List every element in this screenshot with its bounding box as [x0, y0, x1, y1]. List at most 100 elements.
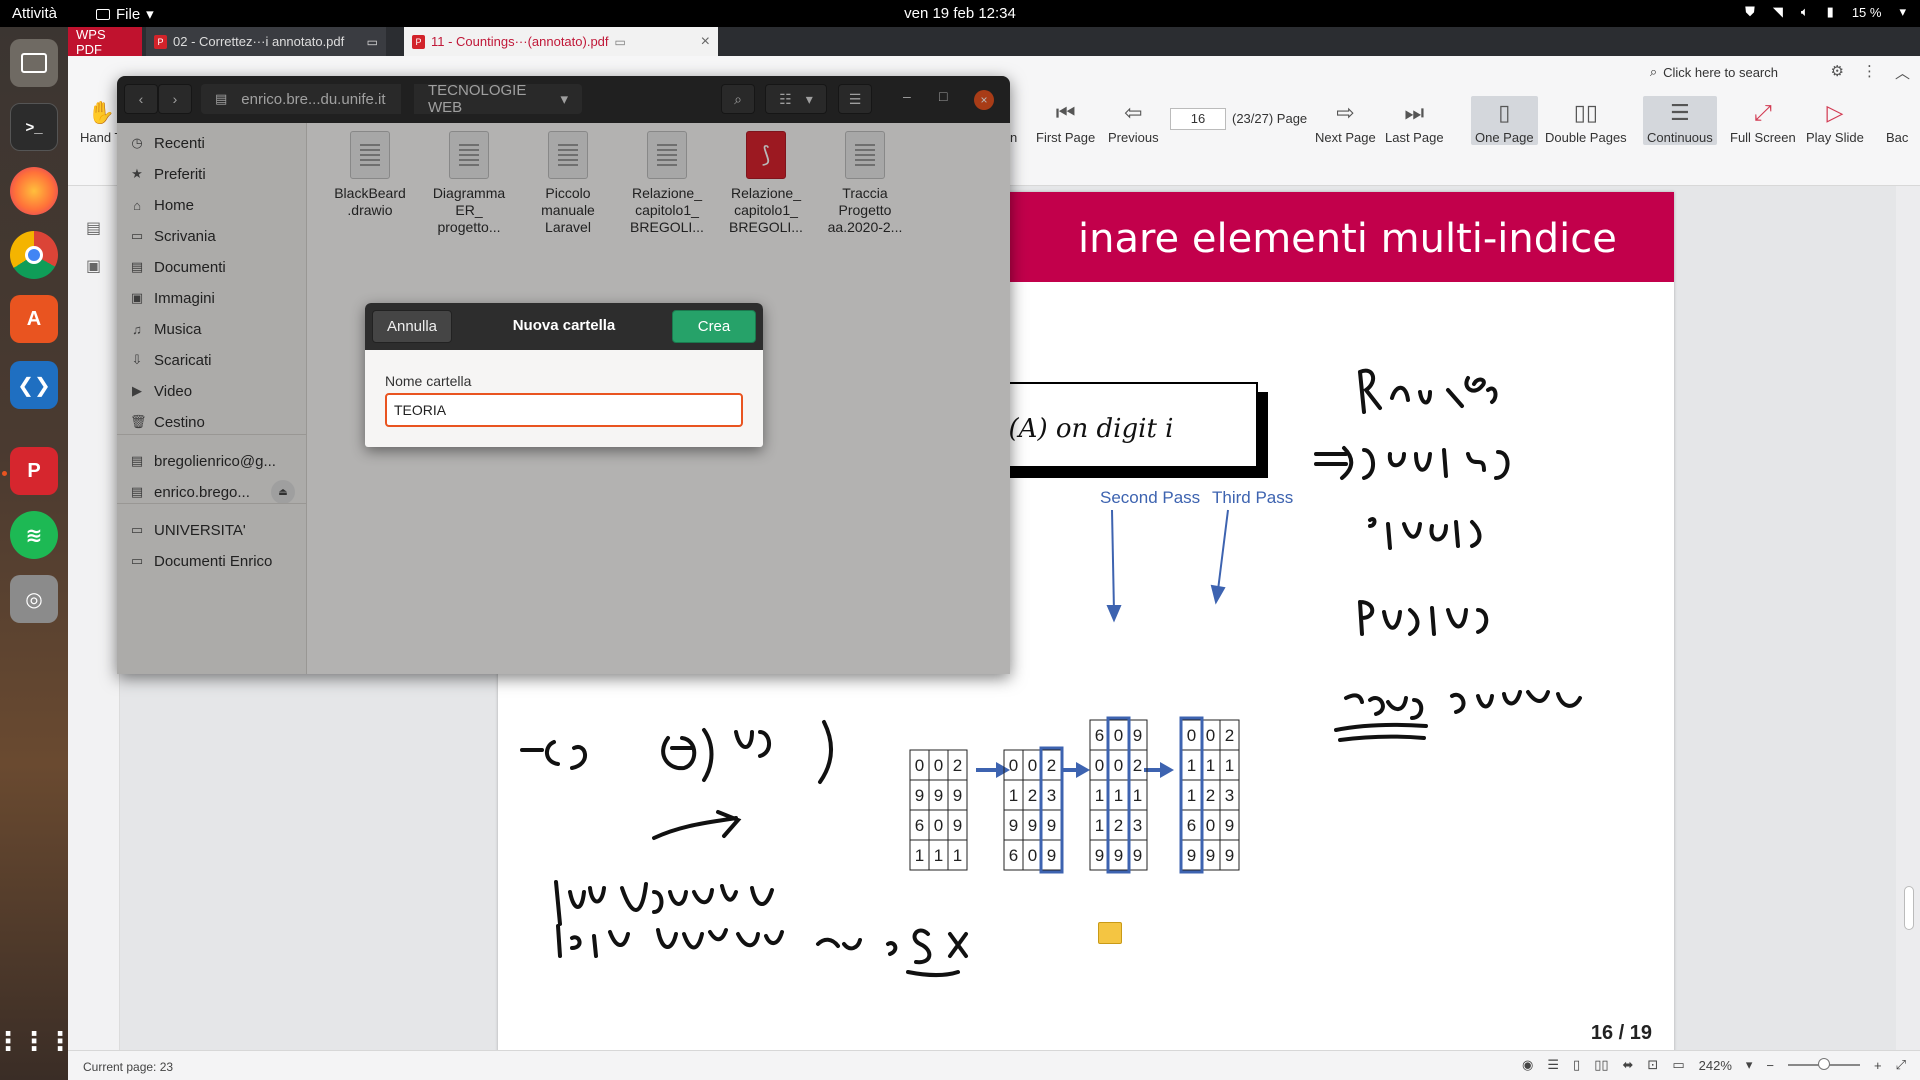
zoom-out-icon[interactable]: −	[1766, 1058, 1774, 1073]
software-app-icon[interactable]: A	[10, 295, 58, 343]
file-item[interactable]: Relazione_ capitolo1_ BREGOLI...	[618, 131, 716, 236]
actual-size-icon[interactable]: ▭	[1672, 1057, 1684, 1073]
search-button[interactable]: ⌕	[721, 84, 755, 114]
page-number-input[interactable]: 16	[1170, 108, 1226, 130]
next-page-label: Next Page	[1315, 130, 1376, 145]
settings-icon[interactable]: ⚙	[1831, 62, 1844, 83]
activities-button[interactable]: Attività	[12, 5, 57, 22]
first-page-button[interactable]: ⏮ First Page	[1036, 96, 1095, 145]
single-page-view-icon[interactable]: ▯	[1573, 1057, 1580, 1073]
app-grid-icon[interactable]: ⋮⋮⋮	[0, 1017, 73, 1065]
first-page-icon: ⏮	[1055, 100, 1076, 125]
chevron-down-icon[interactable]: ▾	[1746, 1057, 1753, 1073]
previous-button[interactable]: ⇦ Previous	[1108, 96, 1159, 145]
system-tray[interactable]: ⛊ ◥ 🔈︎ ▮ 15 % ▾	[1745, 4, 1906, 20]
zoom-slider-knob[interactable]	[1818, 1058, 1830, 1070]
breadcrumb-folder-label: TECNOLOGIE WEB	[428, 82, 527, 116]
tab-wps-pdf[interactable]: WPS PDF	[68, 27, 142, 57]
create-button[interactable]: Crea	[672, 310, 756, 343]
file-item[interactable]: ⟆ Relazione_ capitolo1_ BREGOLI...	[717, 131, 815, 236]
expand-icon[interactable]: ⤢	[1896, 1057, 1906, 1073]
one-page-button[interactable]: ▯ One Page	[1471, 96, 1538, 145]
shield-icon: ⛊	[1745, 4, 1755, 19]
tab-label: 02 - Correttez···i annotato.pdf	[173, 34, 345, 49]
app-menu[interactable]: File ▾	[96, 5, 154, 23]
eye-icon[interactable]: ◉	[1522, 1057, 1533, 1073]
maximize-icon[interactable]: □	[939, 88, 947, 104]
table-digit: 2	[1028, 786, 1037, 805]
disk-app-icon[interactable]: ◎	[10, 575, 58, 623]
close-window-button[interactable]: ×	[974, 90, 994, 110]
tab-document-1[interactable]: P 02 - Correttez···i annotato.pdf ▭	[146, 27, 386, 56]
table-digit: 1	[1187, 786, 1196, 805]
file-item[interactable]: Piccolo manuale Laravel	[519, 131, 617, 236]
background-button[interactable]: Bac	[1886, 96, 1908, 145]
scrollbar-thumb[interactable]	[1904, 886, 1914, 930]
firefox-app-icon[interactable]	[10, 167, 58, 215]
zoom-slider[interactable]	[1788, 1058, 1860, 1070]
more-icon[interactable]: ⋮	[1862, 62, 1877, 83]
sidebar-item[interactable]: ▭ Documenti Enrico	[117, 543, 307, 579]
wps-pdf-app-icon[interactable]: P	[10, 447, 58, 495]
file-item[interactable]: Diagramma ER_ progetto...	[420, 131, 518, 236]
table-digit: 6	[1187, 816, 1196, 835]
chevron-up-icon[interactable]: ︿	[1895, 62, 1910, 83]
table-digit: 1	[915, 846, 924, 865]
full-screen-button[interactable]: ⤢ Full Screen	[1730, 96, 1796, 145]
continuous-view-icon[interactable]: ☰	[1547, 1057, 1559, 1073]
search-box[interactable]: ⌕ Click here to search	[1650, 64, 1778, 80]
tab-sync-icon: ▭	[366, 34, 378, 49]
table-digit: 9	[1114, 846, 1123, 865]
full-screen-label: Full Screen	[1730, 130, 1796, 145]
breadcrumb-host[interactable]: ▤ enrico.bre...du.unife.it	[201, 84, 401, 114]
table-digit: 9	[915, 786, 924, 805]
chrome-app-icon[interactable]	[10, 231, 58, 279]
sidebar-item-label: Cestino	[154, 413, 205, 431]
spotify-app-icon[interactable]: ≋	[10, 511, 58, 559]
double-pages-button[interactable]: ▯▯ Double Pages	[1545, 96, 1627, 145]
view-toggle-button[interactable]: ☷ ▾	[765, 84, 827, 114]
back-button[interactable]: ‹	[124, 84, 158, 114]
continuous-button[interactable]: ☰ Continuous	[1643, 96, 1717, 145]
image-icon[interactable]: ▣	[86, 256, 101, 276]
fit-width-icon[interactable]: ⬌	[1623, 1057, 1634, 1073]
eject-icon[interactable]: ⏏	[271, 480, 295, 504]
table-digit: 0	[1095, 756, 1104, 775]
cancel-button[interactable]: Annulla	[372, 310, 452, 343]
file-item[interactable]: BlackBeard .drawio	[321, 131, 419, 219]
file-item[interactable]: Traccia Progetto aa.2020-2...	[816, 131, 914, 236]
close-icon[interactable]: ×	[701, 33, 710, 51]
sidebar-item[interactable]: ▤ enrico.brego... ⏏	[117, 474, 307, 510]
hidden-tool-button[interactable]: n	[1010, 96, 1017, 145]
vscode-app-icon[interactable]: ❮❯	[10, 361, 58, 409]
tab-document-2[interactable]: P 11 - Countings···(annotato).pdf ▭ ×	[404, 27, 718, 56]
sidebar-item-label: Documenti	[154, 258, 226, 276]
table-digit: 9	[1187, 846, 1196, 865]
image-icon: ▣	[130, 290, 144, 305]
minimize-icon[interactable]: –	[903, 88, 911, 104]
hamburger-icon: ☰	[848, 90, 862, 107]
pdf-icon: P	[154, 34, 167, 49]
last-page-button[interactable]: ⏭ Last Page	[1385, 96, 1444, 145]
zoom-value[interactable]: 242%	[1699, 1058, 1732, 1073]
next-page-button[interactable]: ⇨ Next Page	[1315, 96, 1376, 145]
table-digit: 2	[1114, 816, 1123, 835]
one-page-label: One Page	[1475, 130, 1534, 145]
book-view-icon[interactable]: ▯▯	[1594, 1057, 1608, 1073]
comment-annotation-icon[interactable]	[1098, 922, 1122, 944]
terminal-app-icon[interactable]: >_	[10, 103, 58, 151]
thumbnails-icon[interactable]: ▤	[86, 218, 101, 238]
zoom-in-icon[interactable]: +	[1874, 1058, 1882, 1073]
table-digit: 1	[1095, 786, 1104, 805]
forward-button[interactable]: ›	[158, 84, 192, 114]
breadcrumb-folder[interactable]: TECNOLOGIE WEB ▾	[414, 82, 582, 116]
vertical-scrollbar[interactable]	[1896, 186, 1920, 1050]
table-digit: 9	[1225, 816, 1234, 835]
clock[interactable]: ven 19 feb 12:34	[0, 5, 1920, 22]
menu-button[interactable]: ☰	[838, 84, 872, 114]
folder-name-input[interactable]	[385, 393, 743, 427]
files-app-icon[interactable]	[10, 39, 58, 87]
dock: >_ A ❮❯ P ≋ ◎ ⋮⋮⋮	[0, 27, 73, 1080]
fit-page-icon[interactable]: ⊡	[1647, 1057, 1658, 1073]
play-slide-button[interactable]: ▷ Play Slide	[1806, 96, 1864, 145]
